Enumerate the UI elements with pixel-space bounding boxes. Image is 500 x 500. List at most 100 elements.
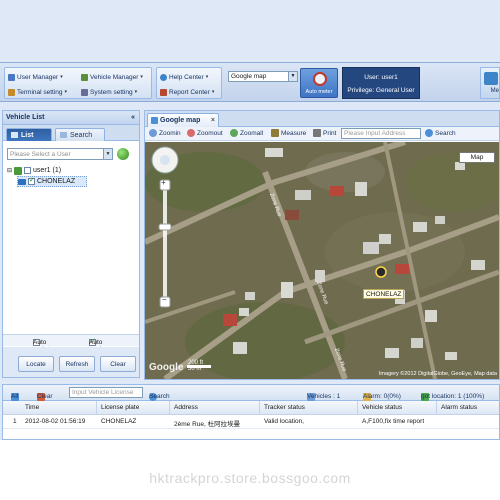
column-header[interactable]: Address [174, 404, 198, 411]
tab-google-map[interactable]: Google map × [147, 113, 219, 127]
user-group-icon [14, 166, 23, 175]
column-header[interactable]: Tracker status [264, 404, 305, 411]
chevron-down-icon: ▾ [205, 74, 209, 80]
watermark: hktrackpro.store.bossgoo.com [149, 470, 351, 486]
row-index: 1 [13, 418, 17, 425]
menu-icon [484, 72, 498, 85]
users-icon [8, 73, 15, 81]
user-select[interactable]: Please Select a User ▼ [7, 148, 113, 160]
help-center-menu[interactable]: Help Center ▾ [160, 71, 208, 83]
tab-list[interactable]: List [6, 128, 52, 141]
close-icon[interactable]: × [211, 117, 215, 124]
list-icon [11, 132, 18, 138]
cell-plate: CHONELAZ [101, 418, 137, 425]
column-separator [96, 401, 97, 415]
vehicle-actions: Locate Refresh Clear [3, 347, 139, 377]
locate-button[interactable]: Locate [18, 356, 54, 372]
terminal-setting-menu[interactable]: Terminal setting ▾ [8, 86, 67, 98]
address-input[interactable]: Please Input Address [341, 128, 421, 139]
terminal-icon [8, 88, 15, 96]
zoom-out-icon [187, 129, 195, 137]
refresh-users-icon[interactable] [117, 148, 129, 160]
search-icon [60, 132, 67, 138]
user-manager-menu[interactable]: User Manager ▾ [8, 71, 63, 83]
satellite-map[interactable]: + − Zone Rue Zone Rue Zone Rue Map CHONE… [145, 142, 499, 379]
chevron-down-icon: ▾ [64, 89, 68, 95]
map-type-button[interactable]: Map [459, 152, 495, 163]
zoomall-tool[interactable]: Zoomall [230, 129, 263, 137]
zoomout-tool[interactable]: Zoomout [187, 129, 223, 137]
map-panel: Google map × Zoomin Zoomout Zoomall Meas… [144, 110, 500, 380]
vehicle-icon [81, 73, 88, 81]
report-icon [160, 88, 167, 96]
map-provider-select[interactable]: Google map ▼ [228, 71, 298, 82]
gear-icon [81, 88, 88, 96]
map-icon [151, 117, 158, 124]
chevron-down-icon: ▾ [60, 74, 63, 80]
vehicle-tree: ⊟ user1 (1) CHONELAZ [7, 165, 137, 187]
menu-group-help: Help Center ▾ Report Center ▾ [156, 67, 222, 99]
app-window: User Manager ▾ Vehicle Manager ▾ Terminal … [0, 0, 500, 440]
address-search-button[interactable]: Search [425, 129, 456, 137]
menu-group-management: User Manager ▾ Vehicle Manager ▾ Terminal … [4, 67, 152, 99]
system-setting-menu[interactable]: System setting ▾ [81, 86, 137, 98]
table-row[interactable]: 1 2012-08-02 01:56:19 CHONELAZ 2ème Rue,… [3, 415, 499, 429]
measure-tool[interactable]: Measure [271, 129, 306, 137]
chevron-down-icon: ▾ [134, 89, 138, 95]
license-input[interactable]: Input Vehicle License [69, 387, 143, 398]
panel-header: Vehicle List « [3, 111, 139, 125]
map-toolbar: Zoomin Zoomout Zoomall Measure Print Ple… [145, 127, 499, 141]
zoom-all-icon [230, 129, 238, 137]
chevron-down-icon: ▼ [103, 149, 112, 159]
tree-node-user[interactable]: ⊟ user1 (1) [7, 165, 137, 176]
cell-tracker-status: Valid location, [264, 418, 304, 425]
vehicle-map-label[interactable]: CHONELAZ [363, 289, 405, 299]
print-tool[interactable]: Print [313, 129, 336, 137]
zoom-out-control[interactable]: − [162, 295, 167, 304]
column-header[interactable]: Alarm status [441, 404, 477, 411]
collapse-icon[interactable]: « [131, 111, 135, 124]
refresh-button[interactable]: Refresh [59, 356, 95, 372]
column-header[interactable]: Vehicle status [362, 404, 402, 411]
main-toolbar: User Manager ▾ Vehicle Manager ▾ Terminal … [0, 62, 500, 102]
tab-search[interactable]: Search [55, 128, 105, 141]
car-icon [18, 178, 26, 185]
column-separator [436, 401, 437, 415]
user-checkbox[interactable] [24, 167, 32, 174]
vehicle-tabs: List Search [3, 125, 139, 141]
column-header[interactable]: Time [25, 404, 39, 411]
chevron-down-icon: ▼ [288, 72, 297, 81]
grid-toolbar: All Clear Input Vehicle License Search V… [3, 385, 499, 401]
zoom-in-control[interactable]: + [161, 178, 166, 187]
chevron-down-icon: ▾ [211, 89, 215, 95]
satellite-imagery [145, 142, 499, 379]
vehicle-status-grid: All Clear Input Vehicle License Search V… [2, 384, 500, 440]
vehicle-checkbox[interactable] [28, 176, 35, 185]
vehicle-manager-menu[interactable]: Vehicle Manager ▾ [81, 71, 143, 83]
print-icon [313, 129, 321, 137]
column-separator [259, 401, 260, 415]
chevron-down-icon: ▾ [140, 74, 143, 80]
map-attribution: Imagery ©2012 DigitalGlobe, GeoEye, Map … [378, 371, 497, 377]
tree-node-vehicle[interactable]: CHONELAZ [17, 176, 87, 187]
help-icon [160, 73, 167, 81]
pan-control[interactable] [152, 147, 178, 173]
cell-address: 2ème Rue, 杜阿拉埃曼 [174, 421, 241, 428]
auto-meter-button[interactable]: Auto meter [300, 68, 338, 98]
column-header[interactable]: License plate [101, 404, 139, 411]
search-icon [425, 129, 433, 137]
more-button[interactable]: Me [480, 67, 500, 99]
report-center-menu[interactable]: Report Center ▾ [160, 86, 214, 98]
grid-header: Time License plate Address Tracker statu… [3, 401, 499, 415]
current-user: User: user1 [364, 74, 398, 81]
ruler-icon [271, 129, 279, 137]
zoom-in-icon [149, 129, 157, 137]
column-separator [169, 401, 170, 415]
zoomin-tool[interactable]: Zoomin [149, 129, 181, 137]
expand-icon[interactable]: ⊟ [7, 167, 12, 174]
map-tab-bar: Google map × [145, 111, 499, 127]
map-scale: 200 ft 50 m [188, 360, 204, 372]
clear-button[interactable]: Clear [100, 356, 136, 372]
tracking-options: Auto update Auto track [3, 334, 139, 353]
user-info: User: user1 Privilege: General User [342, 67, 420, 99]
